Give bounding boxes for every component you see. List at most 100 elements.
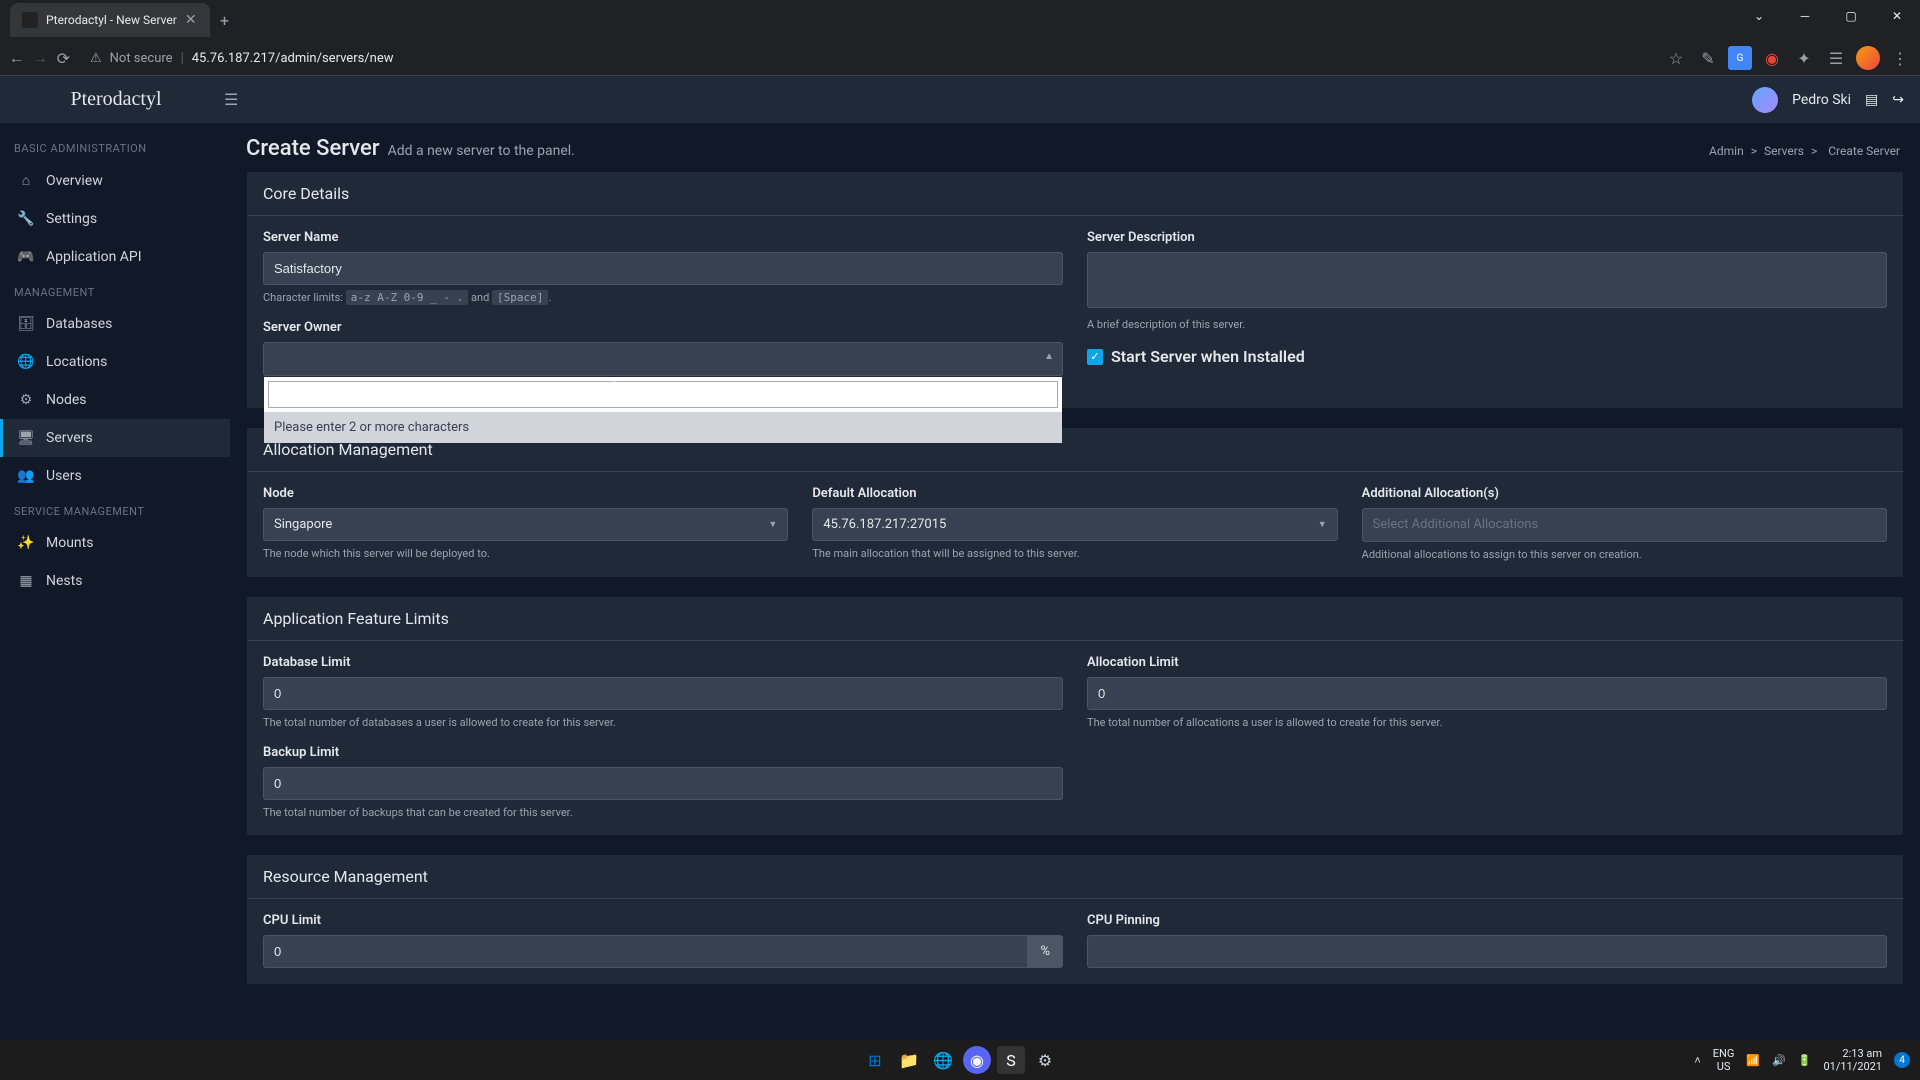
profile-avatar[interactable] xyxy=(1856,46,1880,70)
cpu-pinning-label: CPU Pinning xyxy=(1087,913,1887,928)
server-desc-help: A brief description of this server. xyxy=(1087,318,1887,331)
forward-button[interactable]: → xyxy=(31,44,48,72)
node-help: The node which this server will be deplo… xyxy=(263,547,788,560)
sidebar-item-overview[interactable]: ⌂Overview xyxy=(0,161,230,200)
server-icon: 🖥 xyxy=(18,430,34,446)
default-alloc-help: The main allocation that will be assigne… xyxy=(812,547,1337,560)
cpu-pinning-input[interactable] xyxy=(1087,935,1887,968)
extension-icon-3[interactable]: ◉ xyxy=(1760,46,1784,70)
char-limits-help: Character limits: a-z A-Z 0-9 _ - . and … xyxy=(263,291,1063,304)
chrome-icon[interactable]: 🌐 xyxy=(929,1046,957,1074)
logout-icon[interactable]: ↪ xyxy=(1892,92,1904,108)
tray-chevron-icon[interactable]: ˄ xyxy=(1694,1054,1700,1067)
brand-logo[interactable]: Pterodactyl xyxy=(16,88,216,111)
user-avatar[interactable] xyxy=(1752,87,1778,113)
sidebar-item-databases[interactable]: 🗄Databases xyxy=(0,305,230,343)
windows-taskbar: ⊞ 📁 🌐 ◉ S ⚙ ˄ ENGUS 📶 🔊 🔋 2:13 am01/11/2… xyxy=(0,1040,1920,1080)
back-button[interactable]: ← xyxy=(8,44,25,72)
sidebar-section-basic: BASIC ADMINISTRATION xyxy=(0,132,230,161)
sidebar-item-nests[interactable]: ▦Nests xyxy=(0,562,230,600)
breadcrumb-admin[interactable]: Admin xyxy=(1709,144,1744,158)
server-name-input[interactable] xyxy=(263,252,1063,285)
clock[interactable]: 2:13 am01/11/2021 xyxy=(1823,1047,1882,1073)
start-server-checkbox-wrap[interactable]: ✓ Start Server when Installed xyxy=(1087,347,1887,366)
checkbox-icon: ✓ xyxy=(1087,349,1103,365)
server-owner-select[interactable]: ▲ Please enter 2 or more characters xyxy=(263,342,1063,376)
gamepad-icon: 🎮 xyxy=(18,249,34,265)
url-field[interactable]: ⚠ Not secure | 45.76.187.217/admin/serve… xyxy=(78,43,1658,73)
sidebar-item-users[interactable]: 👥Users xyxy=(0,457,230,495)
sidebar-item-mounts[interactable]: ✨Mounts xyxy=(0,524,230,562)
server-owner-label: Server Owner xyxy=(263,320,1063,335)
user-name: Pedro Ski xyxy=(1792,92,1851,108)
app-topbar: Pterodactyl ☰ Pedro Ski ▤ ↪ xyxy=(0,76,1920,124)
extension-icon-1[interactable]: ✎ xyxy=(1696,46,1720,70)
volume-icon[interactable]: 🔊 xyxy=(1772,1054,1786,1067)
notification-badge[interactable]: 4 xyxy=(1894,1052,1910,1068)
close-window-button[interactable]: ✕ xyxy=(1874,0,1920,32)
owner-search-input[interactable] xyxy=(268,381,1058,408)
security-status: Not secure xyxy=(110,51,173,66)
warning-icon: ⚠ xyxy=(90,51,102,66)
core-details-header: Core Details xyxy=(247,172,1903,216)
app-icon-1[interactable]: S xyxy=(997,1046,1025,1074)
sidebar-item-settings[interactable]: 🔧Settings xyxy=(0,200,230,238)
cpu-limit-input[interactable] xyxy=(263,935,1028,968)
sidebar: BASIC ADMINISTRATION ⌂Overview 🔧Settings… xyxy=(0,124,230,1040)
address-bar: ← → ⟳ ⚠ Not secure | 45.76.187.217/admin… xyxy=(0,40,1920,76)
node-select[interactable]: Singapore xyxy=(263,508,788,541)
close-tab-icon[interactable]: ✕ xyxy=(185,12,197,28)
chevron-up-icon: ▲ xyxy=(1044,351,1054,362)
server-desc-input[interactable] xyxy=(1087,252,1887,308)
breadcrumb: Admin > Servers > Create Server xyxy=(1709,144,1904,158)
explorer-icon[interactable]: 📁 xyxy=(895,1046,923,1074)
wifi-icon[interactable]: 📶 xyxy=(1746,1054,1760,1067)
magic-icon: ✨ xyxy=(18,535,34,551)
alloc-limit-input[interactable] xyxy=(1087,677,1887,710)
chevron-down-icon[interactable]: ⌄ xyxy=(1736,0,1782,32)
backup-limit-input[interactable] xyxy=(263,767,1063,800)
cpu-limit-label: CPU Limit xyxy=(263,913,1063,928)
sidebar-section-service: SERVICE MANAGEMENT xyxy=(0,495,230,524)
users-icon: 👥 xyxy=(18,468,34,484)
db-limit-label: Database Limit xyxy=(263,655,1063,670)
alloc-limit-help: The total number of allocations a user i… xyxy=(1087,716,1887,729)
feature-limits-box: Application Feature Limits Database Limi… xyxy=(246,596,1904,836)
database-icon: 🗄 xyxy=(18,316,34,332)
backup-limit-help: The total number of backups that can be … xyxy=(263,806,1063,819)
maximize-button[interactable]: ▢ xyxy=(1828,0,1874,32)
page-title: Create Server xyxy=(246,136,380,161)
sidebar-item-locations[interactable]: 🌐Locations xyxy=(0,343,230,381)
breadcrumb-servers[interactable]: Servers xyxy=(1764,144,1804,158)
hamburger-icon[interactable]: ☰ xyxy=(224,90,238,109)
start-icon[interactable]: ⊞ xyxy=(861,1046,889,1074)
additional-alloc-select[interactable]: Select Additional Allocations xyxy=(1362,508,1887,542)
reading-list-icon[interactable]: ☰ xyxy=(1824,46,1848,70)
language-indicator[interactable]: ENGUS xyxy=(1713,1047,1735,1073)
core-details-box: Core Details Server Name Character limit… xyxy=(246,171,1904,409)
main-content: Create Server Add a new server to the pa… xyxy=(230,124,1920,1040)
obs-icon[interactable]: ⚙ xyxy=(1031,1046,1059,1074)
discord-icon[interactable]: ◉ xyxy=(963,1046,991,1074)
browser-tab[interactable]: Pterodactyl - New Server ✕ xyxy=(10,3,210,37)
tab-bar: Pterodactyl - New Server ✕ + ⌄ ─ ▢ ✕ xyxy=(0,0,1920,40)
tab-title: Pterodactyl - New Server xyxy=(46,13,177,27)
allocation-box: Allocation Management Node Singapore The… xyxy=(246,427,1904,578)
db-limit-input[interactable] xyxy=(263,677,1063,710)
default-alloc-select[interactable]: 45.76.187.217:27015 xyxy=(812,508,1337,541)
minimize-button[interactable]: ─ xyxy=(1782,0,1828,32)
owner-dropdown: Please enter 2 or more characters xyxy=(264,377,1062,443)
new-tab-button[interactable]: + xyxy=(220,11,229,30)
sidebar-item-api[interactable]: 🎮Application API xyxy=(0,238,230,276)
sidebar-item-servers[interactable]: 🖥Servers xyxy=(0,419,230,457)
reload-button[interactable]: ⟳ xyxy=(55,44,72,72)
start-server-label: Start Server when Installed xyxy=(1111,347,1305,366)
layers-icon[interactable]: ▤ xyxy=(1865,92,1878,108)
battery-icon[interactable]: 🔋 xyxy=(1798,1054,1812,1067)
menu-icon[interactable]: ⋮ xyxy=(1888,46,1912,70)
star-icon[interactable]: ☆ xyxy=(1664,46,1688,70)
extensions-icon[interactable]: ✦ xyxy=(1792,46,1816,70)
extension-icon-2[interactable]: G xyxy=(1728,46,1752,70)
sidebar-item-nodes[interactable]: ⚙Nodes xyxy=(0,381,230,419)
home-icon: ⌂ xyxy=(18,172,34,189)
